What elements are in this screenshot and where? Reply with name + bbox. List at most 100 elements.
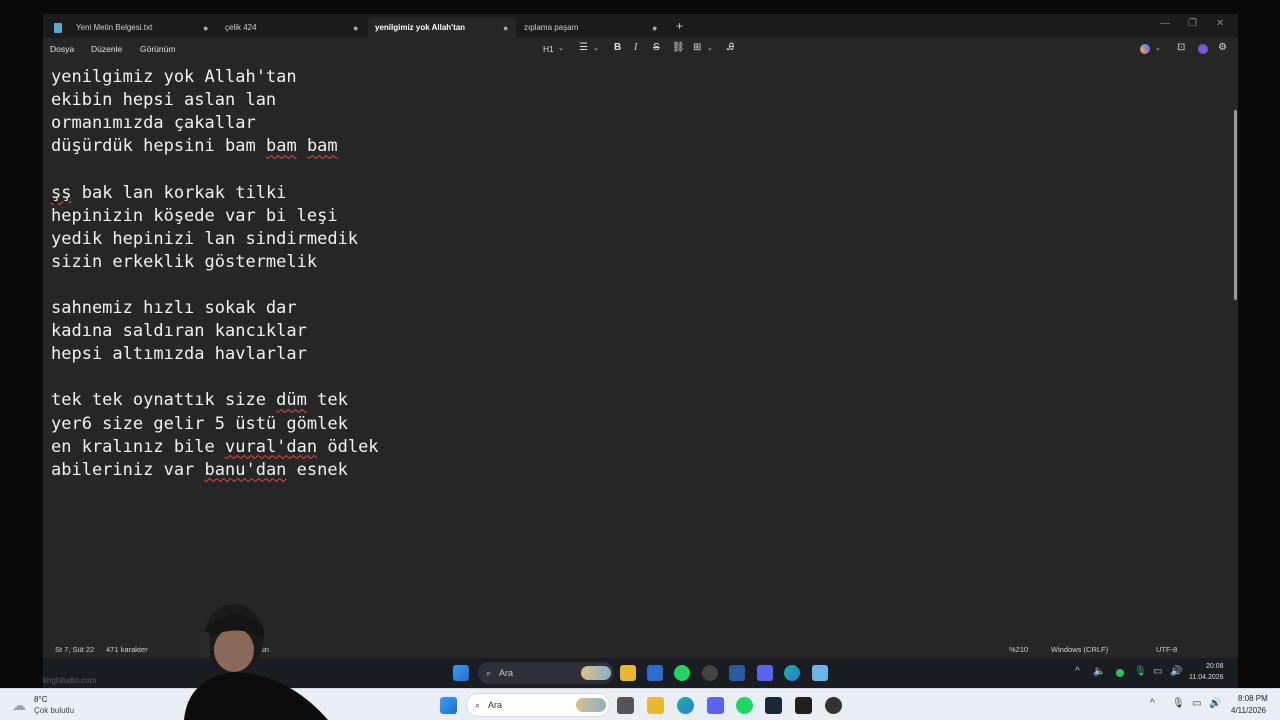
chevron-up-icon[interactable]: ^	[1150, 698, 1155, 709]
discord-icon[interactable]	[707, 697, 724, 714]
text-editor[interactable]: yenilgimiz yok Allah'tan ekibin hepsi asl…	[43, 60, 1238, 638]
lyric-line: ekibin hepsi aslan lan	[51, 90, 277, 111]
task-view-icon[interactable]	[617, 697, 634, 714]
inner-clock-date: 11.04.2026	[1189, 674, 1224, 681]
microphone-icon[interactable]: 🎙	[1134, 666, 1147, 677]
encoding[interactable]: UTF-8	[1156, 645, 1177, 654]
minimize-icon[interactable]: —	[1160, 18, 1170, 29]
tab-label: yenilgimiz yok Allah'tan	[375, 23, 466, 32]
strikethrough-icon[interactable]: S	[653, 42, 660, 53]
file-explorer-icon[interactable]	[620, 665, 636, 681]
webcam-overlay	[178, 598, 333, 720]
screen: Yeni Metin Belgesi.txt ● çelik 424 ● yen…	[0, 0, 1280, 720]
cursor-position: St 7, Süt 22	[55, 645, 95, 654]
search-box[interactable]: ⌕ Ara	[466, 693, 610, 717]
tab-yeni-metin-belgesi[interactable]: Yeni Metin Belgesi.txt ●	[51, 17, 216, 38]
lyric-line: hepinizin köşede var bi leşi	[51, 205, 338, 226]
clear-formatting-icon[interactable]: Ꭿ	[727, 42, 734, 53]
edge-icon[interactable]	[784, 665, 800, 681]
italic-icon[interactable]: I	[634, 42, 637, 53]
menu-view[interactable]: Görünüm	[140, 44, 175, 54]
table-icon[interactable]: ⊞	[693, 42, 701, 53]
lyric-line: yedik hepinizi lan sindirmedik	[51, 228, 359, 249]
toolbar: Dosya Düzenle Görünüm H1 ⌄ ☰ ⌄ B I S ⛓ ⊞…	[43, 38, 1238, 60]
lyric-line: en kralınız bile vural'dan ödlek	[51, 436, 379, 457]
watermark-text: knglstudio.com	[43, 676, 97, 685]
menu-edit[interactable]: Düzenle	[91, 44, 122, 54]
notepad-icon[interactable]	[812, 665, 828, 681]
lyric-line: kadına saldıran kancıklar	[51, 321, 307, 342]
document-icon	[54, 22, 62, 33]
chevron-down-icon[interactable]: ⌄	[1155, 44, 1161, 52]
photos-icon[interactable]	[647, 665, 663, 681]
weather-condition: Çok bulutlu	[34, 706, 75, 715]
volume-icon[interactable]: 🔊	[1170, 666, 1182, 677]
lyric-line: tek tek oynattık size düm tek	[51, 390, 348, 411]
copilot-icon[interactable]	[1140, 44, 1150, 54]
line-ending[interactable]: Windows (CRLF)	[1051, 645, 1108, 654]
notepad-window: Yeni Metin Belgesi.txt ● çelik 424 ● yen…	[43, 14, 1238, 658]
speaker-icon[interactable]: 🔈	[1093, 666, 1105, 677]
clock-time: 8:08 PM	[1238, 694, 1268, 703]
new-tab-icon[interactable]: +	[676, 19, 683, 33]
close-icon[interactable]: ✕	[1216, 18, 1224, 29]
gear-icon[interactable]: ⚙	[1218, 42, 1227, 53]
search-highlight-icon	[581, 666, 611, 680]
inner-clock-time: 20:08	[1206, 663, 1224, 670]
chevron-down-icon[interactable]: ⌄	[707, 44, 713, 52]
search-icon: ⌕	[475, 699, 481, 710]
spotify-icon[interactable]	[736, 697, 753, 714]
restore-icon[interactable]: ❐	[1188, 18, 1197, 29]
tab-label: zıplama paşam	[524, 23, 579, 32]
unsaved-dot-icon: ●	[652, 22, 658, 33]
link-icon[interactable]: ⛓	[672, 42, 685, 53]
search-highlight-icon	[576, 698, 606, 712]
lyric-line: abileriniz var banu'dan esnek	[51, 459, 348, 480]
character-count: 471 karakter	[106, 645, 148, 654]
github-icon[interactable]	[825, 697, 842, 714]
weather-temperature: 8°C	[34, 695, 48, 704]
steam-icon[interactable]	[729, 665, 745, 681]
tab-ziplama-pasam[interactable]: zıplama paşam ●	[517, 17, 665, 38]
github-icon[interactable]	[702, 665, 718, 681]
lyric-line: ormanımızda çakallar	[51, 113, 256, 134]
account-avatar-icon[interactable]	[1198, 44, 1208, 54]
spotify-icon[interactable]	[674, 665, 690, 681]
file-explorer-icon[interactable]	[647, 697, 664, 714]
zoom-level[interactable]: %210	[1009, 645, 1028, 654]
status-dot-icon	[1116, 669, 1124, 677]
search-placeholder: Ara	[499, 668, 514, 678]
search-box[interactable]: ⌕ Ara	[478, 662, 614, 684]
list-icon[interactable]: ☰	[579, 42, 588, 53]
scrollbar[interactable]	[1234, 110, 1237, 300]
lyric-line: sahnemiz hızlı sokak dar	[51, 298, 297, 318]
menu-file[interactable]: Dosya	[50, 44, 74, 54]
microphone-icon[interactable]: 🎙	[1172, 698, 1185, 709]
start-icon[interactable]	[453, 665, 469, 681]
monitor-icon[interactable]: ▭	[1192, 698, 1201, 709]
steam-icon[interactable]	[765, 697, 782, 714]
unsaved-dot-icon: ●	[203, 22, 209, 33]
start-icon[interactable]	[440, 697, 457, 714]
weather-cloud-icon: ☁	[12, 697, 26, 713]
monitor-icon[interactable]: ▭	[1153, 666, 1162, 677]
heading-dropdown[interactable]: H1	[543, 44, 554, 54]
chevron-down-icon[interactable]: ⌄	[558, 44, 564, 52]
lyric-line: yer6 size gelir 5 üstü gömlek	[51, 413, 348, 434]
tab-celik-424[interactable]: çelik 424 ●	[218, 17, 366, 38]
feedback-icon[interactable]: ⊡	[1177, 42, 1185, 53]
search-placeholder: Ara	[488, 700, 503, 710]
media-app-icon[interactable]	[795, 697, 812, 714]
clock-date: 4/11/2026	[1231, 706, 1266, 715]
lyric-line: sizin erkeklik göstermelik	[51, 251, 318, 272]
volume-icon[interactable]: 🔊	[1209, 698, 1221, 709]
tab-label: Yeni Metin Belgesi.txt	[76, 23, 153, 32]
chevron-up-icon[interactable]: ^	[1075, 666, 1080, 677]
edge-icon[interactable]	[677, 697, 694, 714]
tab-yenilgimiz-yok-allahtan[interactable]: yenilgimiz yok Allah'tan ●	[368, 17, 516, 38]
chevron-down-icon[interactable]: ⌄	[593, 44, 599, 52]
discord-icon[interactable]	[757, 665, 773, 681]
search-icon: ⌕	[486, 667, 492, 678]
bold-icon[interactable]: B	[614, 42, 621, 53]
unsaved-dot-icon: ●	[503, 22, 509, 33]
